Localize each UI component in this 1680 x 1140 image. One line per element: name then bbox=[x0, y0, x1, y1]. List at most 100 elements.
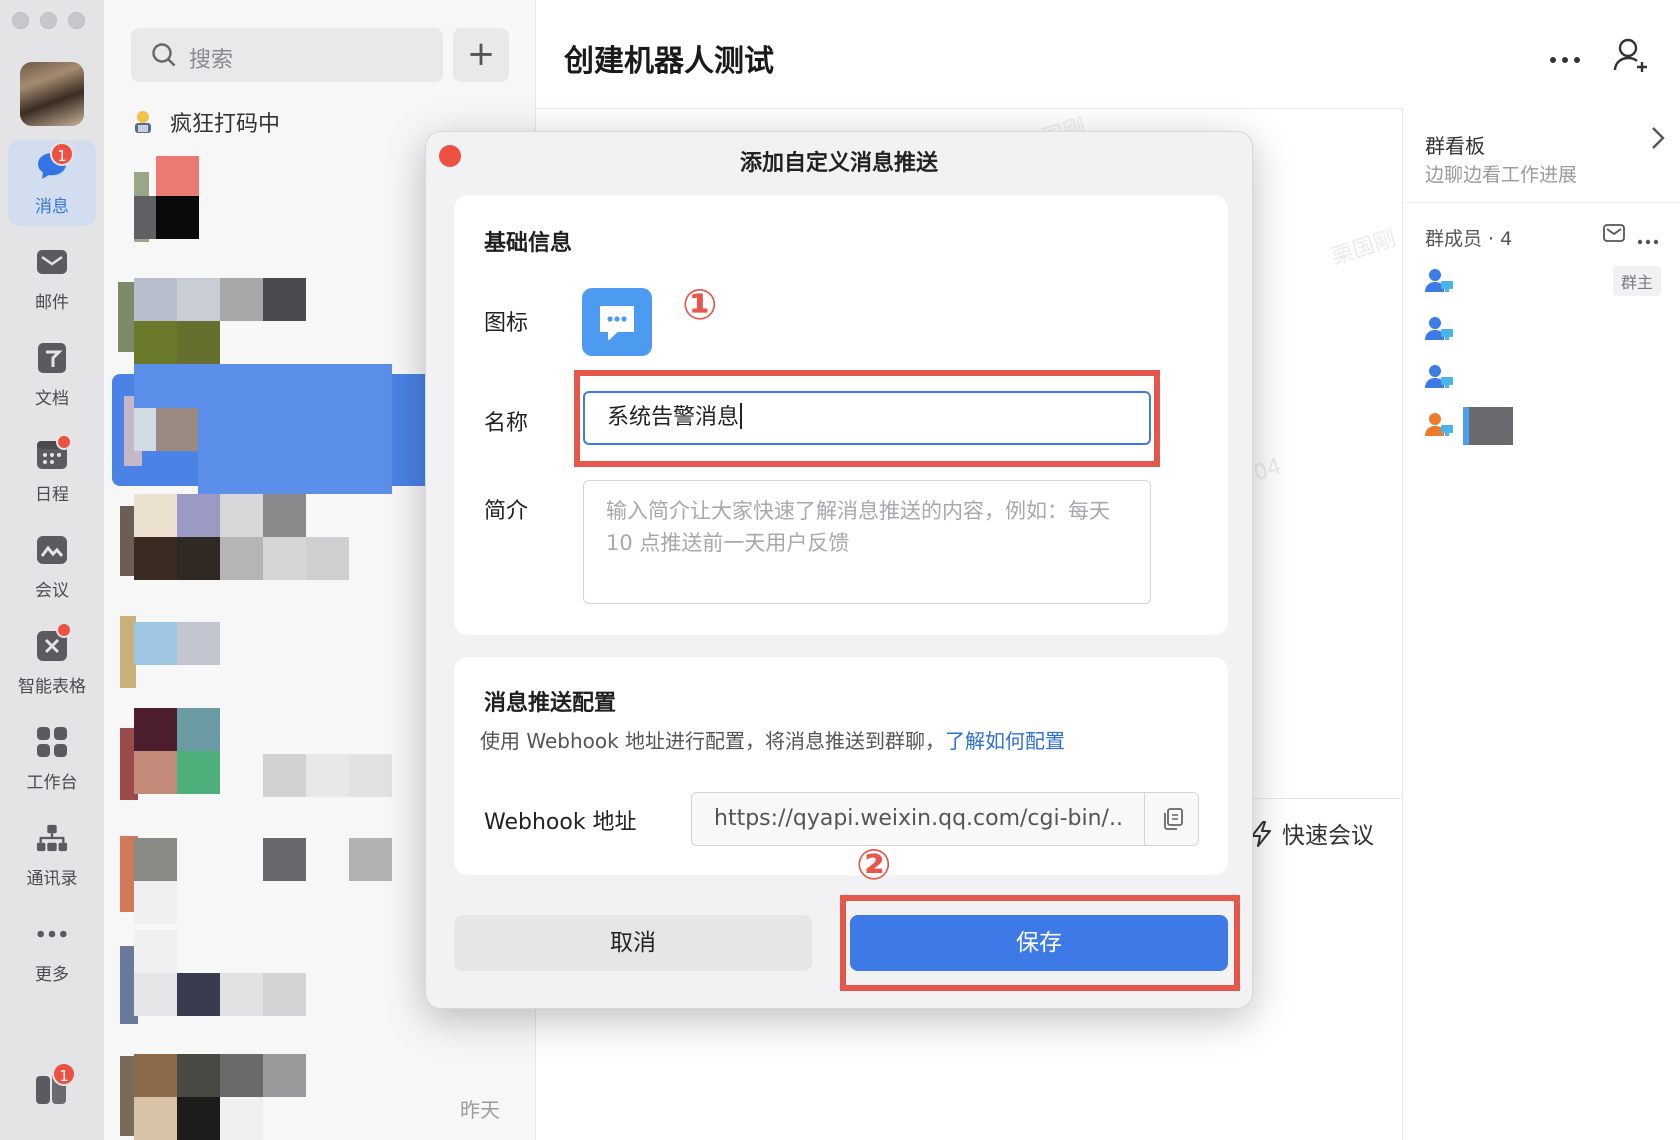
more-icon bbox=[36, 918, 68, 950]
description-label: 简介 bbox=[484, 499, 529, 524]
pixel-block bbox=[156, 196, 199, 239]
rail-label-workbench: 工作台 bbox=[26, 773, 78, 793]
member-avatar-icon[interactable] bbox=[1425, 364, 1455, 394]
search-input[interactable]: 搜索 bbox=[131, 28, 443, 82]
window-minimize-button[interactable] bbox=[40, 12, 57, 29]
members-more-icon[interactable] bbox=[1637, 230, 1659, 249]
save-button[interactable]: 保存 bbox=[850, 915, 1228, 971]
pixel-block bbox=[263, 537, 306, 580]
group-board-subtitle: 边聊边看工作进展 bbox=[1425, 164, 1578, 186]
basic-info-title: 基础信息 bbox=[484, 231, 573, 256]
pixel-block bbox=[177, 278, 220, 321]
rail-item-calendar[interactable]: 日程 bbox=[8, 428, 96, 514]
rail-item-contacts[interactable]: 通讯录 bbox=[8, 812, 96, 898]
mail-members-icon[interactable] bbox=[1603, 224, 1625, 246]
pixel-block bbox=[349, 754, 392, 797]
user-avatar[interactable] bbox=[20, 62, 84, 126]
quick-meeting-label: 快速会议 bbox=[1282, 823, 1374, 849]
docs-icon bbox=[36, 342, 68, 374]
window-zoom-button[interactable] bbox=[68, 12, 85, 29]
pixel-block bbox=[177, 537, 220, 580]
name-input[interactable]: 系统告警消息 bbox=[583, 391, 1151, 445]
group-board-title[interactable]: 群看板 bbox=[1425, 130, 1485, 159]
text-caret bbox=[740, 403, 743, 429]
member-avatar-icon[interactable] bbox=[1425, 412, 1455, 442]
pixel-block bbox=[220, 537, 263, 580]
pixel-block bbox=[134, 930, 177, 973]
coder-emoji-icon bbox=[132, 110, 154, 133]
rail-item-messages[interactable]: 1 消息 bbox=[8, 140, 96, 226]
pixel-block bbox=[134, 973, 177, 1016]
pixel-block bbox=[306, 537, 349, 580]
pixel-block bbox=[220, 1054, 263, 1097]
status-text: 疯狂打码中 bbox=[170, 112, 281, 137]
pixel-block bbox=[177, 973, 220, 1016]
pixel-block bbox=[134, 364, 392, 408]
owner-tag: 群主 bbox=[1613, 266, 1662, 296]
search-icon bbox=[152, 43, 176, 67]
window-close-button[interactable] bbox=[12, 12, 29, 29]
pixel-block bbox=[134, 408, 156, 451]
mail-icon bbox=[36, 246, 68, 278]
bot-avatar-icon[interactable] bbox=[582, 288, 652, 356]
pixel-block bbox=[177, 751, 220, 794]
pixel-block bbox=[220, 1097, 263, 1140]
pixel-block bbox=[134, 708, 177, 751]
pixel-block bbox=[134, 494, 177, 537]
cancel-button[interactable]: 取消 bbox=[454, 915, 812, 971]
pixel-block bbox=[263, 838, 306, 881]
add-button[interactable]: + bbox=[453, 28, 509, 82]
custom-push-dialog: 添加自定义消息推送 基础信息 图标 ① 名称 系统告警消息 简介 输入简介让大家… bbox=[425, 131, 1253, 1009]
pixel-block bbox=[263, 1054, 306, 1097]
pixel-block bbox=[177, 622, 220, 665]
pixel-block bbox=[134, 1054, 177, 1097]
search-placeholder: 搜索 bbox=[189, 48, 234, 73]
calendar-dot bbox=[56, 434, 72, 450]
copy-icon bbox=[1163, 808, 1183, 830]
name-input-value: 系统告警消息 bbox=[607, 405, 740, 430]
pixel-block bbox=[306, 754, 349, 797]
rail-item-meeting[interactable]: 会议 bbox=[8, 524, 96, 610]
pixel-block bbox=[177, 1097, 220, 1140]
meeting-icon bbox=[36, 534, 68, 566]
learn-config-link[interactable]: 了解如何配置 bbox=[945, 729, 1065, 753]
pixel-block bbox=[177, 1054, 220, 1097]
pixel-block bbox=[134, 1097, 177, 1140]
group-side-panel: 群看板 边聊边看工作进展 群成员 · 4 群主 bbox=[1402, 108, 1680, 1140]
conversation-item[interactable] bbox=[104, 1046, 535, 1140]
push-config-title: 消息推送配置 bbox=[484, 691, 617, 716]
description-textarea[interactable]: 输入简介让大家快速了解消息推送的内容，例如：每天 10 点推送前一天用户反馈 bbox=[583, 480, 1151, 604]
workbench-icon bbox=[36, 726, 68, 758]
more-options-icon[interactable] bbox=[1548, 38, 1582, 73]
rail-item-mail[interactable]: 邮件 bbox=[8, 236, 96, 322]
member-avatar-icon[interactable] bbox=[1425, 268, 1455, 298]
step-marker-2: ② bbox=[856, 840, 892, 889]
pixel-block bbox=[156, 156, 199, 199]
rail-label-meeting: 会议 bbox=[35, 581, 69, 601]
rail-item-smart-sheet[interactable]: 智能表格 bbox=[8, 620, 96, 706]
pixel-block bbox=[263, 494, 306, 537]
chevron-right-icon[interactable] bbox=[1651, 126, 1665, 157]
member-avatar-icon[interactable] bbox=[1425, 316, 1455, 346]
dialog-title: 添加自定义消息推送 bbox=[739, 151, 938, 176]
webhook-url-value: https://qyapi.weixin.qq.com/cgi-bin/... bbox=[714, 806, 1124, 831]
pixel-block bbox=[177, 708, 220, 751]
pixel-block bbox=[263, 278, 306, 321]
user-status[interactable]: 疯狂打码中 bbox=[132, 106, 280, 138]
webhook-label: Webhook 地址 bbox=[484, 810, 637, 835]
step-marker-1: ① bbox=[682, 280, 718, 329]
add-member-icon[interactable] bbox=[1612, 36, 1652, 76]
rail-label-mail: 邮件 bbox=[35, 293, 69, 313]
name-label: 名称 bbox=[484, 411, 529, 436]
rail-item-workbench[interactable]: 工作台 bbox=[8, 716, 96, 802]
rail-label-smart-sheet: 智能表格 bbox=[18, 677, 86, 697]
webhook-url-field[interactable]: https://qyapi.weixin.qq.com/cgi-bin/... bbox=[691, 792, 1199, 846]
push-config-card: 消息推送配置 使用 Webhook 地址进行配置，将消息推送到群聊，了解如何配置… bbox=[454, 657, 1228, 875]
quick-meeting-button[interactable]: 快速会议 bbox=[1248, 816, 1374, 850]
rail-item-more[interactable]: 更多 bbox=[8, 908, 96, 994]
copy-button[interactable] bbox=[1144, 793, 1198, 845]
rail-item-docs[interactable]: 文档 bbox=[8, 332, 96, 418]
rail-label-more: 更多 bbox=[35, 965, 69, 985]
pixel-block bbox=[134, 321, 177, 364]
contacts-icon bbox=[36, 822, 68, 854]
